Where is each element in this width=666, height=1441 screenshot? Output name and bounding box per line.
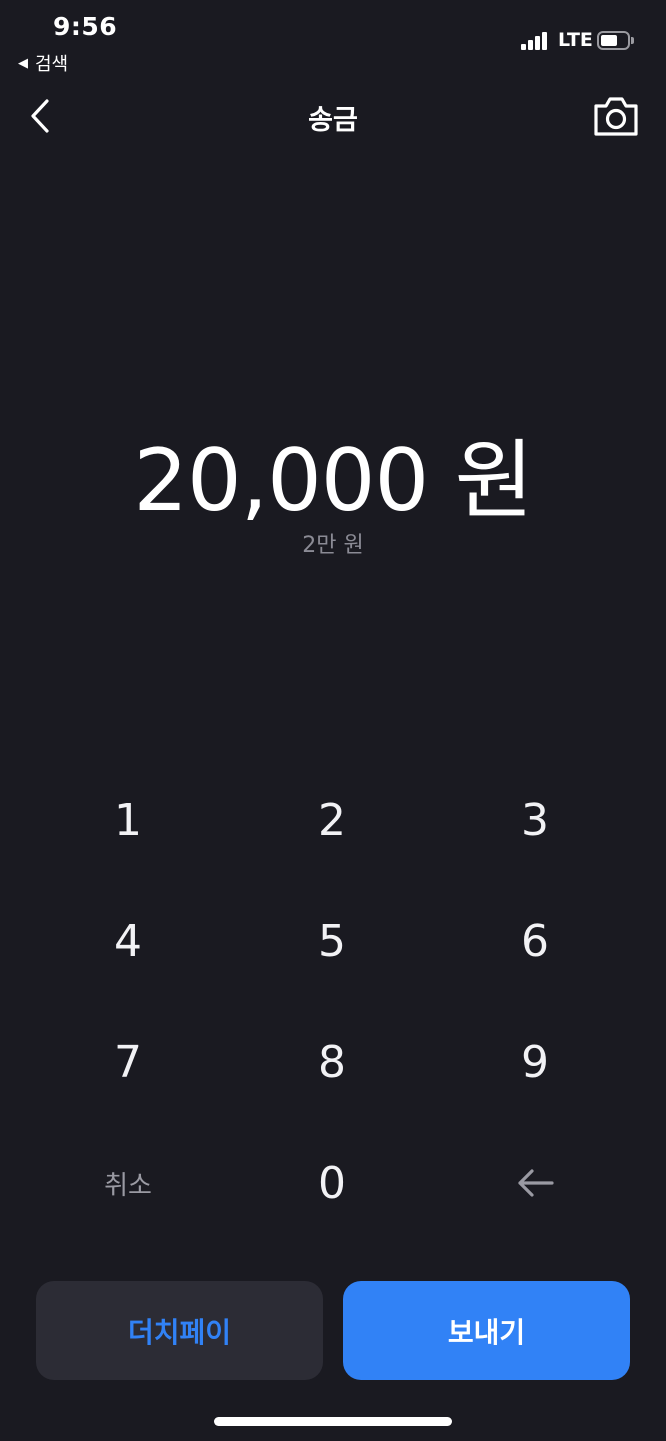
back-triangle-icon: ◀ — [18, 55, 28, 71]
network-type-label: LTE — [558, 29, 593, 51]
backspace-arrow-icon — [518, 1169, 554, 1197]
send-button[interactable]: 보내기 — [343, 1281, 630, 1380]
key-5[interactable]: 5 — [232, 881, 432, 1001]
backspace-key[interactable]: ← — [435, 1123, 635, 1243]
key-3[interactable]: 3 — [435, 760, 635, 880]
amount-display: 20,000 원 — [133, 431, 533, 531]
cancel-key[interactable]: 취소 — [28, 1123, 228, 1243]
status-bar: 9:56 ◀ 검색 LTE — [0, 0, 666, 80]
back-app-label: 검색 — [35, 54, 69, 75]
key-1[interactable]: 1 — [28, 760, 228, 880]
amount-korean-words: 2만 원 — [302, 533, 364, 558]
camera-button[interactable] — [592, 94, 640, 138]
key-7[interactable]: 7 — [28, 1002, 228, 1122]
camera-icon — [594, 97, 638, 136]
key-8[interactable]: 8 — [232, 1002, 432, 1122]
key-2[interactable]: 2 — [232, 760, 432, 880]
back-to-app-link[interactable]: ◀ 검색 — [18, 50, 68, 76]
battery-icon — [597, 31, 634, 50]
status-time: 9:56 — [53, 12, 118, 41]
page-title: 송금 — [308, 105, 358, 136]
key-0[interactable]: 0 — [232, 1123, 432, 1243]
dutch-pay-button[interactable]: 더치페이 — [36, 1281, 323, 1380]
key-6[interactable]: 6 — [435, 881, 635, 1001]
cellular-signal-icon — [521, 30, 553, 50]
key-4[interactable]: 4 — [28, 881, 228, 1001]
key-9[interactable]: 9 — [435, 1002, 635, 1122]
home-indicator — [214, 1417, 452, 1426]
